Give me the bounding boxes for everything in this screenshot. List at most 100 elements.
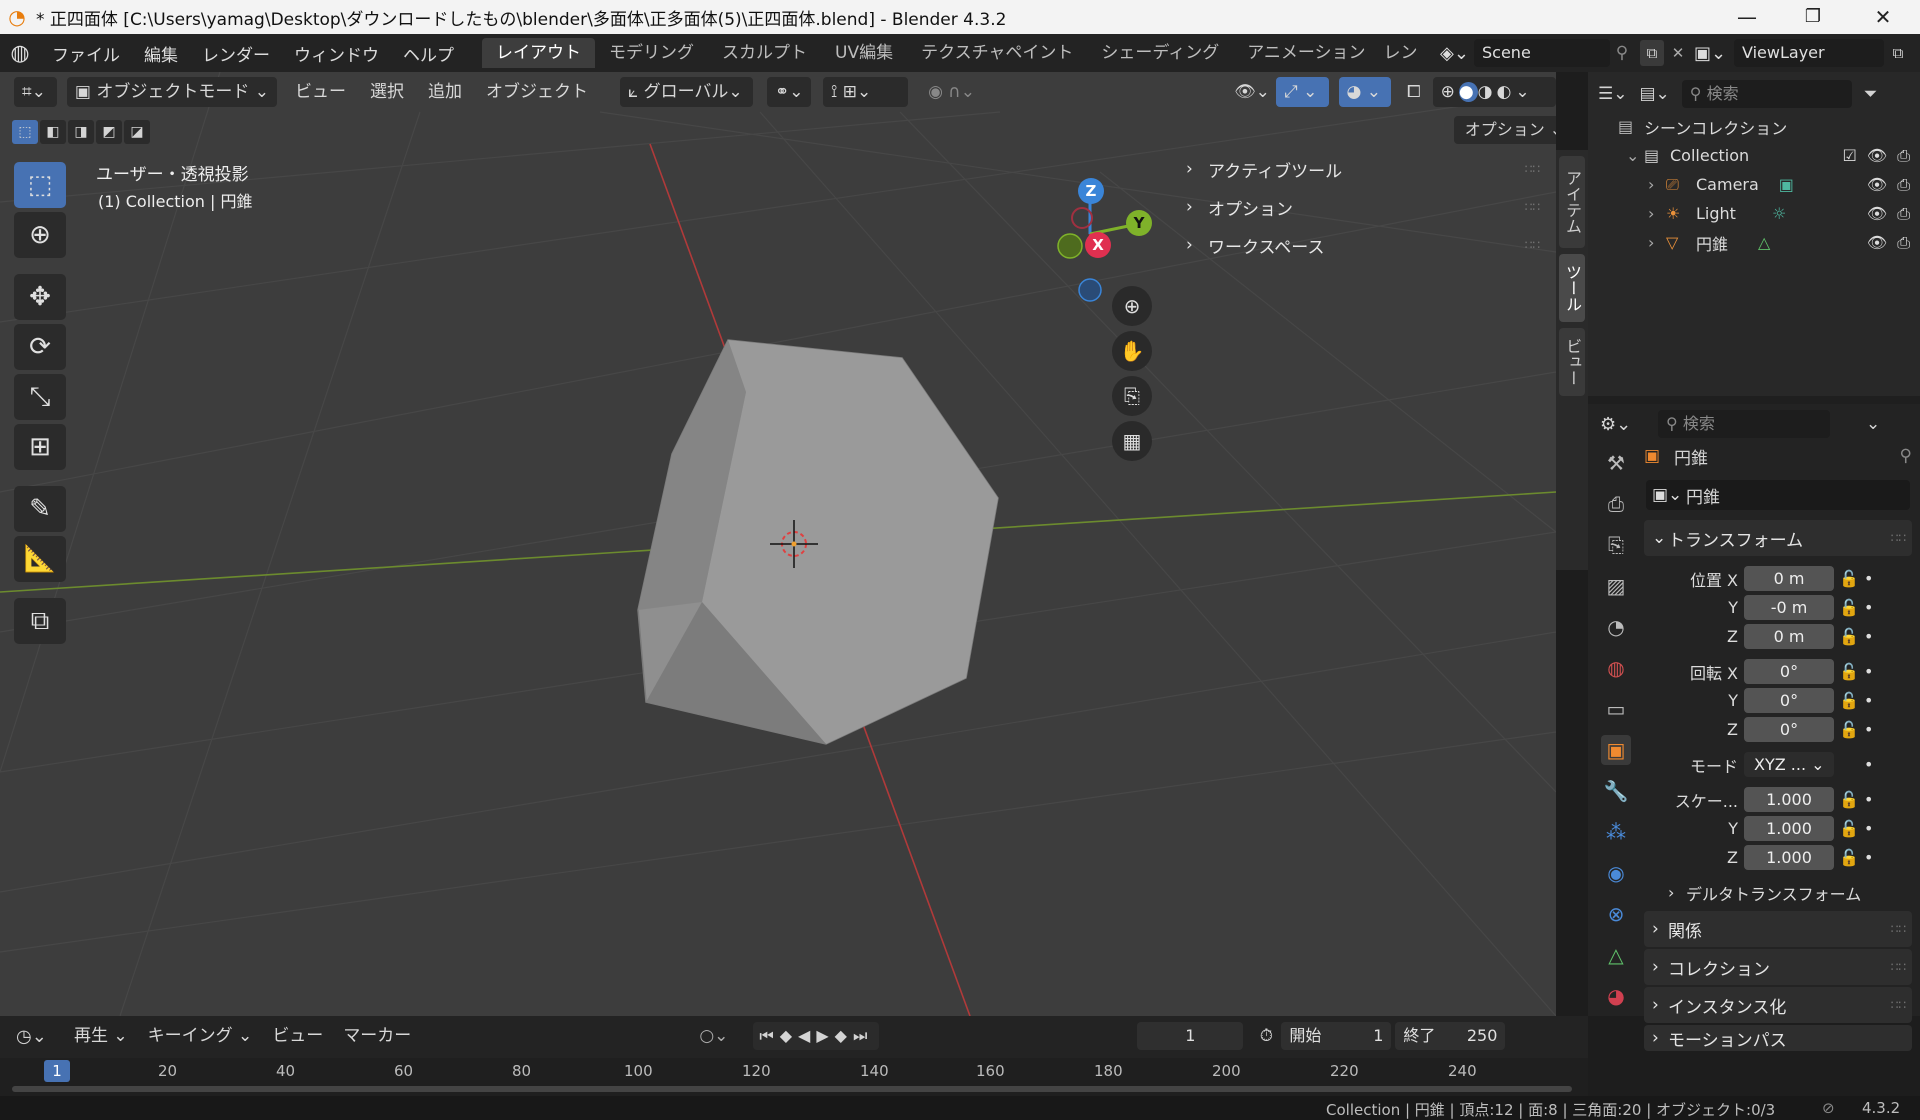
viewlayer-selector[interactable]: ▣⌄ ViewLayer ⧉ <box>1694 38 1920 68</box>
end-frame-field[interactable]: 終了 250 <box>1395 1022 1506 1050</box>
object-browse-icon[interactable]: ▣⌄ <box>1646 485 1686 505</box>
collection-row[interactable]: ⌄ ▤ Collection ☑ 👁 ⎙ <box>1618 141 1918 170</box>
cone-row[interactable]: › ▽ 円錐 △ 👁 ⎙ <box>1618 228 1918 257</box>
3d-viewport[interactable]: ⌗⌄ ▣ オブジェクトモード ⌄ ビュー 選択 追加 オブジェクト ⟀ グローバ… <box>0 72 1556 1016</box>
menu-add[interactable]: 追加 <box>420 77 470 107</box>
current-frame-indicator[interactable]: 1 <box>44 1060 70 1082</box>
options-chevron-icon[interactable]: ⌄ <box>1866 414 1880 434</box>
motion-paths-section[interactable]: › モーションパス <box>1644 1025 1912 1051</box>
physics-tab-icon[interactable]: ◉ <box>1601 858 1631 888</box>
keyframe-dot-icon[interactable]: • <box>1864 662 1873 681</box>
tab-shading[interactable]: シェーディング <box>1087 38 1233 68</box>
timeline-scrollbar[interactable] <box>12 1086 1572 1092</box>
keyframe-dot-icon[interactable]: • <box>1864 790 1873 809</box>
rotation-y-field[interactable]: 0° <box>1744 688 1834 713</box>
render-camera-icon[interactable]: ⎙ <box>1897 233 1910 253</box>
new-viewlayer-icon[interactable]: ⧉ <box>1884 44 1912 62</box>
gizmo-toggle-icon[interactable]: ⤢ ⌄ <box>1276 77 1329 107</box>
measure-tool-icon[interactable]: 📐 <box>14 536 66 582</box>
auto-keying-icon[interactable]: ○⌄ <box>699 1026 743 1046</box>
pivot-point-icon[interactable]: ⚭⌄ <box>767 77 811 107</box>
pan-hand-icon[interactable]: ✋ <box>1112 331 1152 371</box>
rotation-z-field[interactable]: 0° <box>1744 717 1834 742</box>
modifier-tab-icon[interactable]: 🔧 <box>1601 776 1631 806</box>
lock-icon[interactable]: 🔓 <box>1834 720 1864 739</box>
include-checkbox[interactable]: ☑ <box>1843 146 1857 166</box>
location-x-field[interactable]: 0 m <box>1744 566 1834 591</box>
gizmo-z-axis[interactable]: Z <box>1078 178 1104 204</box>
lock-icon[interactable]: 🔓 <box>1834 819 1864 838</box>
gizmo-x-axis[interactable]: X <box>1085 232 1111 258</box>
eye-icon[interactable]: 👁 <box>1867 175 1887 195</box>
tool-tab-icon[interactable]: ⚒ <box>1601 448 1631 478</box>
camera-view-icon[interactable]: ⎘ <box>1112 376 1152 416</box>
render-camera-icon[interactable]: ⎙ <box>1897 146 1910 166</box>
menu-object[interactable]: オブジェクト <box>478 77 596 107</box>
particles-tab-icon[interactable]: ⁂ <box>1601 817 1631 847</box>
render-tab-icon[interactable]: ⎙ <box>1601 489 1631 519</box>
filter-icon[interactable]: ⏷ <box>1864 84 1878 104</box>
outliner-search-input[interactable]: ⚲ 検索 <box>1681 80 1852 108</box>
cursor-tool-icon[interactable]: ⊕ <box>14 212 66 258</box>
object-name-field[interactable]: ▣⌄ 円錐 <box>1646 480 1910 510</box>
menu-timeline-view[interactable]: ビュー <box>264 1021 331 1051</box>
select-subtract-icon[interactable]: ◨ <box>68 120 94 144</box>
outliner-editor-icon[interactable]: ☰⌄ <box>1598 84 1627 104</box>
location-y-field[interactable]: -0 m <box>1744 595 1834 620</box>
scene-tab-icon[interactable]: ◔ <box>1601 612 1631 642</box>
tab-rendering[interactable]: レン <box>1380 38 1420 68</box>
menu-keying[interactable]: キーイング ⌄ <box>140 1021 261 1051</box>
start-frame-field[interactable]: 開始 1 <box>1281 1022 1392 1050</box>
stopwatch-icon[interactable]: ⏱ <box>1251 1026 1281 1046</box>
pin-icon[interactable]: ⚲ <box>1900 446 1912 466</box>
expand-chevron-icon[interactable]: › <box>1648 175 1666 194</box>
blender-menu-icon[interactable]: ◍ <box>0 41 40 66</box>
tab-texture-paint[interactable]: テクスチャペイント <box>907 38 1087 68</box>
constraints-tab-icon[interactable]: ⊗ <box>1601 899 1631 929</box>
menu-window[interactable]: ウィンドウ <box>282 41 391 66</box>
keyframe-dot-icon[interactable]: • <box>1864 819 1873 838</box>
xray-toggle-icon[interactable]: ⧠ <box>1399 77 1429 107</box>
scene-collection-row[interactable]: ▤ シーンコレクション <box>1618 112 1918 141</box>
expand-chevron-icon[interactable]: › <box>1648 233 1666 252</box>
jump-start-icon[interactable]: ⏮ <box>759 1026 779 1045</box>
rotation-mode-dropdown[interactable]: XYZ ... ⌄ <box>1744 752 1834 777</box>
relations-section[interactable]: › 関係 ∷∷ <box>1644 911 1912 947</box>
viewlayer-name-field[interactable]: ViewLayer <box>1734 39 1884 67</box>
zoom-icon[interactable]: ⊕ <box>1112 286 1152 326</box>
keyframe-dot-icon[interactable]: • <box>1864 720 1873 739</box>
timeline-editor-icon[interactable]: ◷⌄ <box>16 1026 56 1047</box>
material-tab-icon[interactable]: ◕ <box>1601 981 1631 1011</box>
transform-tool-icon[interactable]: ⊞ <box>14 424 66 470</box>
scale-z-field[interactable]: 1.000 <box>1744 845 1834 870</box>
timeline-ruler[interactable]: 1 20 40 60 80 100 120 140 160 180 200 22… <box>0 1058 1588 1096</box>
lock-icon[interactable]: 🔓 <box>1834 627 1864 646</box>
scale-tool-icon[interactable]: ⤡ <box>14 374 66 420</box>
delete-scene-icon[interactable]: ✕ <box>1666 40 1690 66</box>
eye-icon[interactable]: 👁 <box>1867 204 1887 224</box>
select-intersect-icon[interactable]: ◪ <box>124 120 150 144</box>
annotate-tool-icon[interactable]: ✎ <box>14 486 66 532</box>
tab-tool[interactable]: ツール <box>1559 254 1585 322</box>
collection-tab-icon[interactable]: ▭ <box>1601 694 1631 724</box>
next-keyframe-icon[interactable]: ◆ <box>835 1026 853 1045</box>
lock-icon[interactable]: 🔓 <box>1834 848 1864 867</box>
menu-help[interactable]: ヘルプ <box>391 41 466 66</box>
new-scene-icon[interactable]: ⧉ <box>1640 40 1664 66</box>
keyframe-dot-icon[interactable]: • <box>1864 598 1873 617</box>
keyframe-dot-icon[interactable]: • <box>1864 691 1873 710</box>
select-box-tool-icon[interactable]: ⬚ <box>14 162 66 208</box>
properties-search-input[interactable]: ⚲ 検索 <box>1658 410 1830 438</box>
lock-icon[interactable]: 🔓 <box>1834 691 1864 710</box>
delta-transform-header[interactable]: › デルタトランスフォーム <box>1644 878 1912 907</box>
scale-y-field[interactable]: 1.000 <box>1744 816 1834 841</box>
section-workspace[interactable]: › ワークスペース ∷∷ <box>1186 226 1540 264</box>
gizmo-y-axis[interactable]: Y <box>1126 210 1152 236</box>
properties-editor-icon[interactable]: ⚙⌄ <box>1600 414 1648 435</box>
section-active-tool[interactable]: › アクティブツール ∷∷ <box>1186 150 1540 188</box>
keyframe-dot-icon[interactable]: • <box>1864 569 1873 588</box>
select-extend-icon[interactable]: ◧ <box>40 120 66 144</box>
move-tool-icon[interactable]: ✥ <box>14 274 66 320</box>
menu-marker[interactable]: マーカー <box>335 1021 419 1051</box>
mode-dropdown[interactable]: ▣ オブジェクトモード ⌄ <box>66 77 277 107</box>
